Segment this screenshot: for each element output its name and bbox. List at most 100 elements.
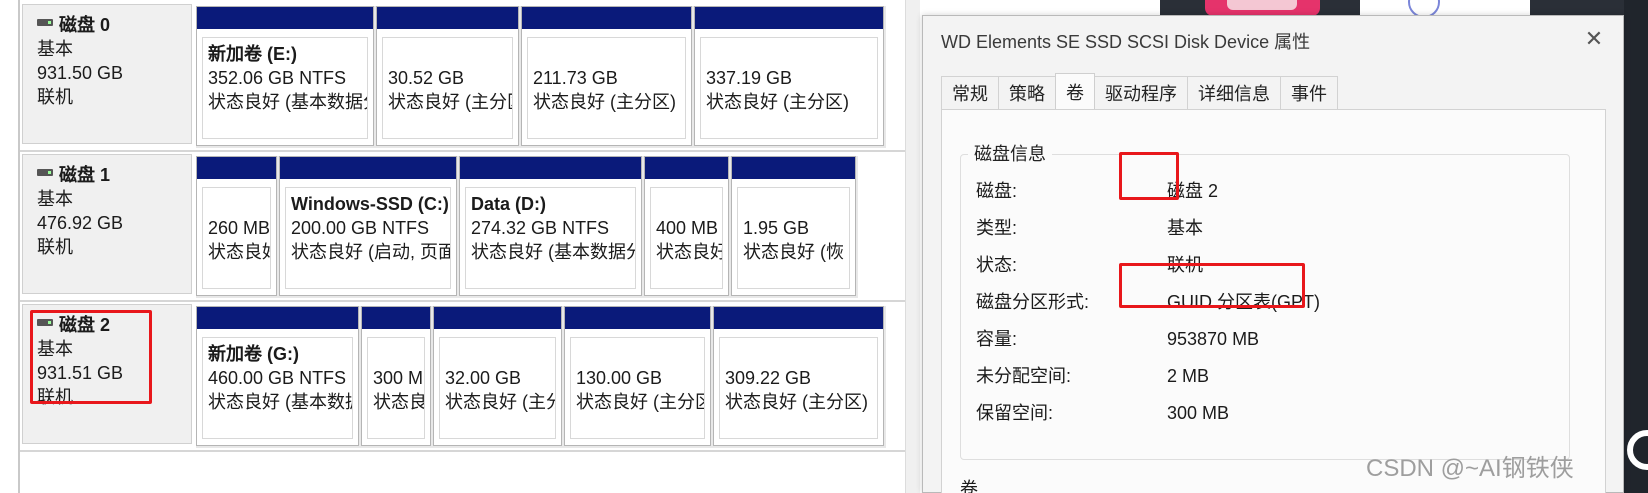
disk-type: 基本 xyxy=(37,39,73,59)
partition[interactable]: 211.73 GB 状态良好 (主分区) xyxy=(521,6,692,146)
info-value-reserved: 300 MB xyxy=(1167,403,1230,423)
partition-status: 状态良好 (主分区 xyxy=(388,92,513,112)
partition-bar xyxy=(197,7,373,29)
partition-status: 状态良好 xyxy=(656,242,723,262)
background-right-strip xyxy=(1624,0,1648,493)
disk-info-0[interactable]: 磁盘 0 基本 931.50 GB 联机 xyxy=(22,4,192,144)
volumes-section-label: 卷 xyxy=(960,479,978,493)
partition-size: 460.00 GB NTFS xyxy=(208,368,347,388)
partition[interactable]: 1.95 GB 状态良好 (恢 xyxy=(731,156,856,296)
partition-strip: 新加卷 (G:) 460.00 GB NTFS 状态良好 (基本数据 300 M… xyxy=(196,306,886,448)
info-value-status: 联机 xyxy=(1167,255,1203,275)
partition-size: 309.22 GB xyxy=(725,368,812,388)
partition-bar xyxy=(197,157,276,179)
partition[interactable]: 新加卷 (G:) 460.00 GB NTFS 状态良好 (基本数据 xyxy=(196,306,359,446)
partition[interactable]: Data (D:) 274.32 GB NTFS 状态良好 (基本数据分 xyxy=(459,156,642,296)
partition-status: 状态良好 (主分 xyxy=(445,392,556,412)
partition-bar xyxy=(732,157,855,179)
info-label: 磁盘分区形式: xyxy=(976,292,1090,312)
volumes-pane: 磁盘信息 磁盘: 磁盘 2 类型: 基本 状态: 联机 磁盘分区形式: GUID… xyxy=(941,109,1606,493)
partition-status: 状态良好 (主分区) xyxy=(706,92,849,112)
partition[interactable]: 337.19 GB 状态良好 (主分区) xyxy=(694,6,884,146)
partition[interactable]: 130.00 GB 状态良好 (主分区 xyxy=(564,306,711,446)
partition-title: Windows-SSD (C:) xyxy=(291,194,449,214)
partition[interactable]: 32.00 GB 状态良好 (主分 xyxy=(433,306,562,446)
partition-size: 337.19 GB xyxy=(706,68,793,88)
disk-icon xyxy=(37,168,53,176)
disk-info-2[interactable]: 磁盘 2 基本 931.51 GB 联机 xyxy=(22,304,192,444)
partition-status: 状态良好 (基本数据 xyxy=(208,392,353,412)
disk-row-0[interactable]: 磁盘 0 基本 931.50 GB 联机 新加卷 (E:) 352.06 GB … xyxy=(20,0,905,152)
disk-properties-dialog: WD Elements SE SSD SCSI Disk Device 属性 ✕… xyxy=(922,15,1624,493)
disk-row-2[interactable]: 磁盘 2 基本 931.51 GB 联机 新加卷 (G:) 460.00 GB … xyxy=(20,300,905,452)
partition-bar xyxy=(197,307,358,329)
disk-type: 基本 xyxy=(37,189,73,209)
background-thumbnail-2 xyxy=(1360,0,1530,18)
tab-events[interactable]: 事件 xyxy=(1280,76,1338,110)
partition-status: 状态良好 (基本数据分 xyxy=(471,242,636,262)
partition-status: 状态良好 xyxy=(208,242,270,262)
partition-size: 352.06 GB NTFS xyxy=(208,68,347,88)
partition-bar xyxy=(280,157,456,179)
partition[interactable]: Windows-SSD (C:) 200.00 GB NTFS 状态良好 (启动… xyxy=(279,156,457,296)
partition-status: 状态良好 xyxy=(373,392,424,412)
disk-status: 联机 xyxy=(37,387,73,407)
disk-name: 磁盘 2 xyxy=(59,315,111,335)
partition-bar xyxy=(695,7,883,29)
close-icon[interactable]: ✕ xyxy=(1579,24,1609,54)
partition[interactable]: 400 MB 状态良好 xyxy=(644,156,729,296)
dialog-title: WD Elements SE SSD SCSI Disk Device 属性 xyxy=(941,32,1311,52)
partition-size: 274.32 GB NTFS xyxy=(471,218,610,238)
info-label: 状态: xyxy=(976,255,1018,275)
info-label: 磁盘: xyxy=(976,181,1018,201)
partition-status: 状态良好 (基本数据分 xyxy=(208,92,368,112)
tab-bar: 常规 策略 卷 驱动程序 详细信息 事件 xyxy=(941,73,1338,110)
partition-bar xyxy=(377,7,518,29)
disk-icon xyxy=(37,18,53,26)
background-thumbnail xyxy=(1205,0,1320,16)
disk-type: 基本 xyxy=(37,339,73,359)
tab-details[interactable]: 详细信息 xyxy=(1187,76,1281,110)
partition[interactable]: 新加卷 (E:) 352.06 GB NTFS 状态良好 (基本数据分 xyxy=(196,6,374,146)
partition-bar xyxy=(565,307,710,329)
disk-info-1[interactable]: 磁盘 1 基本 476.92 GB 联机 xyxy=(22,154,192,294)
tab-general[interactable]: 常规 xyxy=(941,76,999,110)
partition-bar xyxy=(522,7,691,29)
info-label: 类型: xyxy=(976,218,1018,238)
partition-status: 状态良好 (主分区) xyxy=(533,92,676,112)
disk-name: 磁盘 1 xyxy=(59,165,111,185)
partition-size: 260 MB xyxy=(208,218,271,238)
partition[interactable]: 309.22 GB 状态良好 (主分区) xyxy=(713,306,884,446)
tab-volumes[interactable]: 卷 xyxy=(1055,73,1095,110)
disk-row-1[interactable]: 磁盘 1 基本 476.92 GB 联机 260 MB 状态良好 Windows… xyxy=(20,150,905,302)
partition-bar xyxy=(714,307,883,329)
disk-status: 联机 xyxy=(37,237,73,257)
partition-size: 130.00 GB xyxy=(576,368,663,388)
watermark: CSDN @~AI钢铁侠 xyxy=(1366,455,1574,482)
tab-driver[interactable]: 驱动程序 xyxy=(1094,76,1188,110)
disk-size: 931.50 GB xyxy=(37,63,124,83)
partition-title: 新加卷 (G:) xyxy=(208,344,299,364)
partition-bar xyxy=(362,307,430,329)
partition[interactable]: 300 MB 状态良好 xyxy=(361,306,431,446)
partition-bar xyxy=(460,157,641,179)
disk-size: 476.92 GB xyxy=(37,213,124,233)
partition-size: 30.52 GB xyxy=(388,68,465,88)
disk-name: 磁盘 0 xyxy=(59,15,111,35)
partition-strip: 新加卷 (E:) 352.06 GB NTFS 状态良好 (基本数据分 30.5… xyxy=(196,6,886,148)
partition[interactable]: 30.52 GB 状态良好 (主分区 xyxy=(376,6,519,146)
partition-status: 状态良好 (主分区 xyxy=(576,392,705,412)
group-label: 磁盘信息 xyxy=(968,140,1052,166)
partition-bar xyxy=(645,157,728,179)
disk-status: 联机 xyxy=(37,87,73,107)
tab-policies[interactable]: 策略 xyxy=(998,76,1056,110)
partition[interactable]: 260 MB 状态良好 xyxy=(196,156,277,296)
partition-status: 状态良好 (主分区) xyxy=(725,392,868,412)
partition-status: 状态良好 (恢 xyxy=(743,242,844,262)
vertical-scrollbar[interactable] xyxy=(905,0,920,493)
partition-strip: 260 MB 状态良好 Windows-SSD (C:) 200.00 GB N… xyxy=(196,156,858,298)
partition-size: 32.00 GB xyxy=(445,368,522,388)
info-label: 保留空间: xyxy=(976,403,1054,423)
info-label: 容量: xyxy=(976,329,1018,349)
partition-size: 400 MB xyxy=(656,218,719,238)
